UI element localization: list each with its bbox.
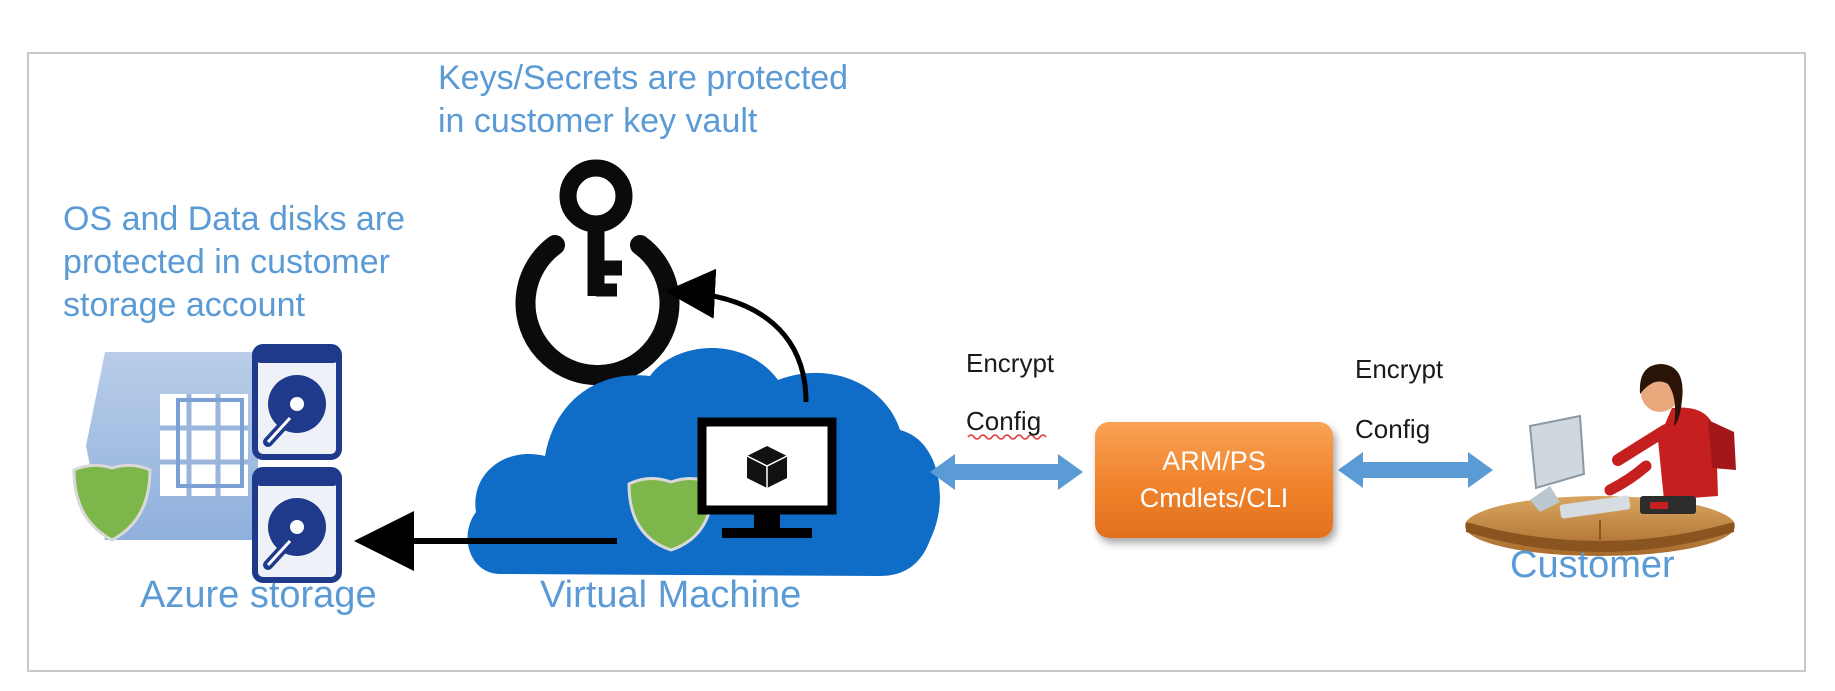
vm-arm-encrypt-label: Encrypt <box>966 348 1055 378</box>
keyvault-note: Keys/Secrets are protected in customer k… <box>438 57 848 143</box>
keyvault-note-line: Keys/Secrets are protected <box>438 59 849 97</box>
arm-ps-cli-box: ARM/PS Cmdlets/CLI <box>1095 422 1333 538</box>
disk-icon <box>252 467 342 583</box>
storage-note: OS and Data disks are protected in custo… <box>63 198 405 327</box>
customer-label: Customer <box>1510 544 1675 586</box>
encryption-diagram: Keys/Secrets are protected in customer k… <box>0 0 1835 691</box>
storage-note-line: storage account <box>63 286 305 324</box>
arm-box-line: ARM/PS <box>1162 446 1266 476</box>
arm-customer-encrypt-label: Encrypt <box>1355 354 1444 384</box>
disk-icon <box>252 344 342 460</box>
arm-customer-config-label: Config <box>1355 414 1431 444</box>
vm-arm-config-label: Config <box>966 406 1042 436</box>
storage-note-line: OS and Data disks are <box>63 200 406 238</box>
arm-box-line: Cmdlets/CLI <box>1139 483 1289 513</box>
storage-note-line: protected in customer <box>63 243 390 281</box>
keyvault-note-line: in customer key vault <box>438 102 758 140</box>
azure-storage-label: Azure storage <box>140 574 377 616</box>
virtual-machine-label: Virtual Machine <box>540 574 802 616</box>
